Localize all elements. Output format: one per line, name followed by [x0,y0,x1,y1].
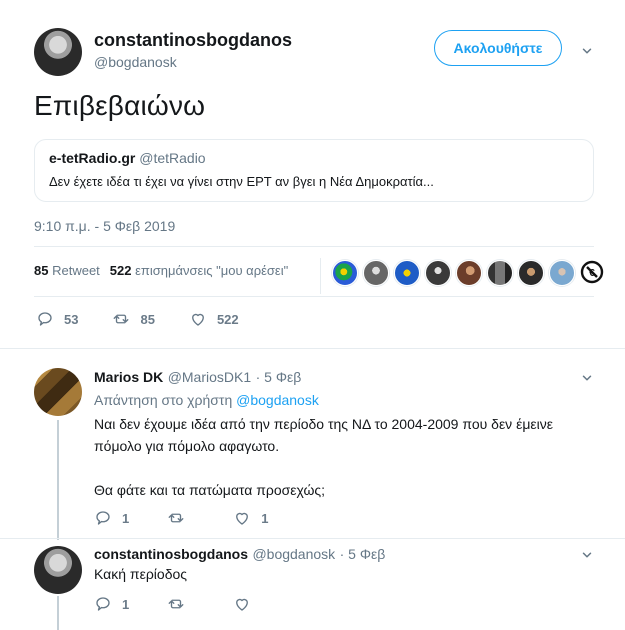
quoted-tweet[interactable]: e-tetRadio.gr @tetRadio Δεν έχετε ιδέα τ… [34,139,594,202]
like-count: 1 [261,510,269,526]
user-name[interactable]: constantinosbogdanos [94,30,292,51]
like-count: 522 [216,311,239,327]
liker-avatar[interactable] [549,260,575,286]
divider [320,258,321,294]
heart-icon [192,313,204,326]
reply-count: 53 [64,311,79,327]
liker-avatar[interactable] [425,260,451,286]
quoted-user-handle: @tetRadio [139,150,206,166]
reply-text: Κακή περίοδος [94,566,188,582]
like-button[interactable]: 1 [233,509,268,527]
liker-avatar[interactable] [518,260,544,286]
no-entry-icon: € [580,260,604,284]
quoted-text: Δεν έχετε ιδέα τι έχει να γίνει στην ΕΡΤ… [49,174,434,189]
liker-avatar[interactable]: € [580,260,604,284]
reply-actions: 1 [94,595,261,613]
heart-icon [236,598,249,611]
reply-icon [38,312,52,326]
chevron-down-icon[interactable] [580,44,594,58]
chevron-down-icon[interactable] [580,371,594,385]
like-button[interactable]: 522 [189,310,239,328]
liker-avatar[interactable] [363,260,389,286]
svg-text:€: € [589,268,595,279]
user-handle[interactable]: @bogdanosk [94,54,177,70]
reply-to: Απάντηση στο χρήστη @bogdanosk [94,392,319,408]
retweet-button[interactable] [167,509,195,527]
reply-user-handle[interactable]: @MariosDK1 [168,369,251,385]
reply-to-handle-link[interactable]: @bogdanosk [236,392,319,408]
retweet-icon [168,513,184,523]
reply-actions: 1 1 [94,509,268,527]
reply-button[interactable]: 1 [94,509,129,527]
avatar[interactable] [34,546,82,594]
retweet-count[interactable]: 85 Retweet [34,263,100,278]
chevron-down-icon[interactable] [580,548,594,562]
tweet-text: Επιβεβαιώνω [34,90,206,121]
reply-user-name[interactable]: Marios DK [94,369,163,385]
liker-avatar[interactable] [332,260,358,286]
avatar[interactable] [34,368,82,416]
retweet-count: 85 [140,311,155,327]
divider [34,296,594,297]
like-button[interactable] [233,595,261,613]
quoted-header: e-tetRadio.gr @tetRadio [49,150,579,166]
reply-button[interactable]: 53 [36,310,78,328]
divider [34,246,594,247]
avatar[interactable] [34,28,82,76]
reply-user-name[interactable]: constantinosbogdanos [94,546,248,562]
liker-avatar[interactable] [456,260,482,286]
tweet-stats[interactable]: 85 Retweet 522 επισημάνσεις "μου αρέσει" [34,263,288,278]
follow-button[interactable]: Ακολουθήστε [434,30,562,66]
divider [0,538,625,539]
thread-line [57,596,59,630]
retweet-button[interactable] [167,595,195,613]
retweet-icon [114,314,129,324]
heart-icon [236,512,249,525]
retweet-icon [168,599,184,609]
liker-avatar[interactable] [394,260,420,286]
retweet-button[interactable]: 85 [112,310,155,328]
liker-avatar[interactable] [487,260,513,286]
reply-header: Marios DK @MariosDK1 · 5 Φεβ [94,369,301,387]
reply-count: 1 [122,510,130,526]
tweet-actions: 53 85 522 [36,310,239,328]
reply-count: 1 [122,596,130,612]
reply-time[interactable]: · 5 Φεβ [256,369,302,385]
like-count[interactable]: 522 επισημάνσεις "μου αρέσει" [110,263,288,278]
reply-text: Ναι δεν έχουμε ιδέα από την περίοδο της … [94,416,553,498]
divider [0,348,625,349]
thread-line [57,420,59,540]
tweet-timestamp: 9:10 π.μ. - 5 Φεβ 2019 [34,218,176,234]
reply-user-handle[interactable]: @bogdanosk [252,546,335,562]
reply-icon [96,511,110,525]
reply-button[interactable]: 1 [94,595,129,613]
quoted-user-name: e-tetRadio.gr [49,150,136,166]
reply-icon [96,597,110,611]
likers-avatars[interactable]: € [332,260,604,286]
reply-header: constantinosbogdanos @bogdanosk · 5 Φεβ [94,546,385,564]
reply-time[interactable]: · 5 Φεβ [340,546,386,562]
